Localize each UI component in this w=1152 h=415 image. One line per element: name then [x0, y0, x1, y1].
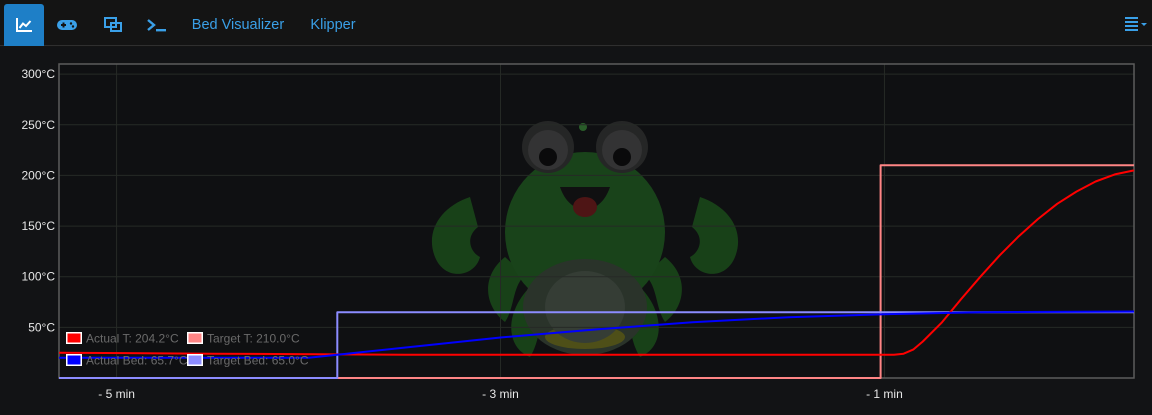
y-tick-label: 200°C	[22, 168, 56, 182]
legend-label: Target T: 210.0°C	[207, 332, 300, 346]
tab-temperature[interactable]	[4, 4, 44, 46]
temperature-chart: 50°C 100°C 150°C 200°C 250°C 300°C - 5 min - 3…	[22, 63, 1135, 401]
legend-swatch	[188, 333, 202, 343]
y-tick-label: 300°C	[22, 67, 56, 81]
y-axis-labels: 50°C 100°C 150°C 200°C 250°C 300°C	[22, 67, 56, 334]
list-dropdown-icon[interactable]	[1124, 14, 1148, 34]
legend-label: Actual Bed: 65.7°C	[86, 354, 188, 368]
gamepad-icon	[57, 20, 77, 30]
y-tick-label: 150°C	[22, 219, 56, 233]
legend-swatch	[67, 333, 81, 343]
legend-swatch	[188, 355, 202, 365]
tab-bed-visualizer[interactable]: Bed Visualizer	[184, 4, 292, 46]
x-tick-label: - 5 min	[98, 387, 135, 401]
legend-label: Actual T: 204.2°C	[86, 332, 179, 346]
tab-klipper-label: Klipper	[310, 17, 356, 33]
y-tick-label: 100°C	[22, 270, 56, 284]
x-axis-labels: - 5 min - 3 min - 1 min	[98, 387, 903, 401]
tab-bar: Bed Visualizer Klipper	[0, 0, 1152, 46]
x-tick-label: - 1 min	[866, 387, 903, 401]
tab-control[interactable]	[50, 4, 84, 46]
y-tick-label: 250°C	[22, 118, 56, 132]
legend-label: Target Bed: 65.0°C	[207, 354, 309, 368]
chart-line-icon	[16, 18, 32, 32]
temperature-panel: 50°C 100°C 150°C 200°C 250°C 300°C - 5 min - 3…	[0, 47, 1152, 415]
tab-terminal[interactable]	[140, 4, 174, 46]
tab-gcode-viewer[interactable]	[96, 4, 130, 46]
legend-swatch	[67, 355, 81, 365]
x-tick-label: - 3 min	[482, 387, 519, 401]
y-tick-label: 50°C	[28, 320, 55, 334]
terminal-icon	[147, 19, 166, 32]
tab-bed-visualizer-label: Bed Visualizer	[191, 17, 285, 33]
object-group-icon	[104, 17, 122, 32]
tab-klipper[interactable]: Klipper	[300, 4, 366, 46]
